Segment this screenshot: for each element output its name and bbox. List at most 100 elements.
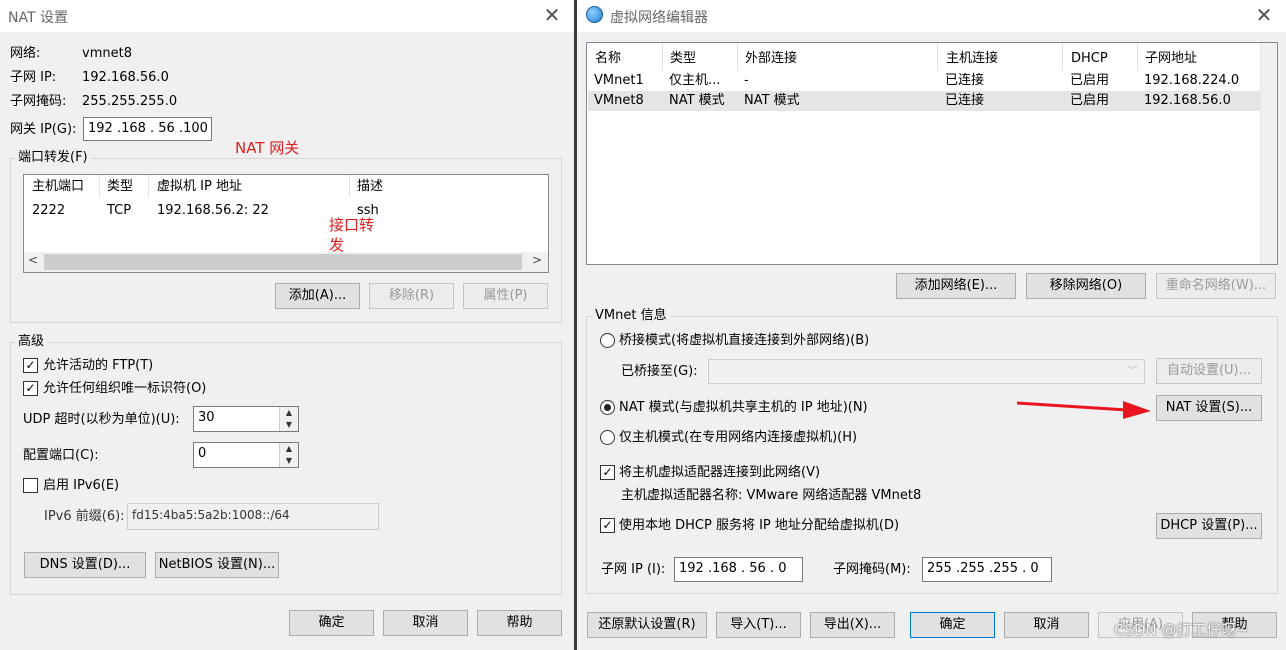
close-icon[interactable]: ✕ <box>1253 4 1275 26</box>
scroll-right-icon[interactable]: > <box>532 253 542 267</box>
network-label: 网络: <box>10 46 41 61</box>
spin-up-icon[interactable]: ▲ <box>280 443 298 455</box>
udp-timeout-spinner[interactable]: ▲ ▼ <box>279 407 298 431</box>
udp-timeout-label: UDP 超时(以秒为单位)(U): <box>23 412 180 427</box>
subnet-ip-label: 子网 IP: <box>10 70 57 85</box>
row-type: NAT 模式 <box>669 93 725 108</box>
spin-up-icon[interactable]: ▲ <box>280 407 298 419</box>
subnet-mask-label: 子网掩码(M): <box>833 562 911 577</box>
row-external: - <box>744 73 749 88</box>
spin-down-icon[interactable]: ▼ <box>280 455 298 467</box>
horizontal-scrollbar[interactable]: < > <box>24 252 548 272</box>
scrollbar-thumb[interactable] <box>44 254 522 270</box>
vne-ok-button[interactable]: 确定 <box>910 612 995 638</box>
gateway-annotation: NAT 网关 <box>235 139 300 157</box>
port-forwarding-title: 端口转发(F) <box>15 150 91 166</box>
scroll-left-icon[interactable]: < <box>28 253 38 267</box>
row-name: VMnet8 <box>594 93 644 108</box>
col-dhcp[interactable]: DHCP <box>1071 50 1108 68</box>
table-row[interactable]: VMnet1 仅主机... - 已连接 已启用 192.168.224.0 <box>588 71 1260 91</box>
virtual-network-editor-window: 虚拟网络编辑器 ✕ 名称 类型 外部连接 主机连接 DHCP 子网地址 VMne… <box>577 0 1286 650</box>
row-host-connection: 已连接 <box>945 73 985 88</box>
spin-down-icon[interactable]: ▼ <box>280 419 298 431</box>
row-external: NAT 模式 <box>744 93 800 108</box>
nat-mode-label: NAT 模式(与虚拟机共享主机的 IP 地址)(N) <box>619 400 868 415</box>
import-button[interactable]: 导入(T)... <box>716 612 801 638</box>
subnet-mask-label: 子网掩码: <box>10 94 67 109</box>
allow-oui-checkbox[interactable]: ✓ <box>23 381 38 396</box>
nat-help-button[interactable]: 帮助 <box>477 610 562 636</box>
subnet-mask-input[interactable]: 255 .255 .255 . 0 <box>922 557 1052 582</box>
col-name[interactable]: 名称 <box>595 50 621 68</box>
rename-network-button[interactable]: 重命名网络(W)... <box>1156 273 1276 299</box>
row-host-port: 2222 <box>32 203 66 218</box>
row-vm-ip: 192.168.56.2: 22 <box>157 203 269 218</box>
ipv6-prefix-label: IPv6 前缀(6): <box>44 509 125 524</box>
table-row-selected[interactable]: VMnet8 NAT 模式 NAT 模式 已连接 已启用 192.168.56.… <box>588 91 1260 111</box>
col-description[interactable]: 描述 <box>357 178 383 196</box>
nat-settings-button[interactable]: NAT 设置(S)... <box>1156 395 1262 421</box>
allow-ftp-label: 允许活动的 FTP(T) <box>43 358 154 373</box>
col-external[interactable]: 外部连接 <box>745 50 797 68</box>
red-arrow-annotation <box>1016 401 1151 419</box>
col-vm-ip[interactable]: 虚拟机 IP 地址 <box>157 178 242 196</box>
col-type[interactable]: 类型 <box>107 178 133 196</box>
port-forwarding-list[interactable]: 主机端口 类型 虚拟机 IP 地址 描述 2222 TCP 192.168.56… <box>23 174 549 273</box>
allow-ftp-checkbox[interactable]: ✓ <box>23 358 38 373</box>
subnet-ip-input[interactable]: 192 .168 . 56 . 0 <box>674 557 803 582</box>
bridged-mode-label: 桥接模式(将虚拟机直接连接到外部网络)(B) <box>619 333 870 348</box>
netbios-settings-button[interactable]: NetBIOS 设置(N)... <box>155 552 279 578</box>
auto-settings-button[interactable]: 自动设置(U)... <box>1156 358 1262 384</box>
row-type: 仅主机... <box>669 73 721 88</box>
port-annotation-line1: 接口转 <box>329 216 375 234</box>
nat-ok-button[interactable]: 确定 <box>289 610 374 636</box>
remove-port-button[interactable]: 移除(R) <box>369 283 454 309</box>
csdn-watermark: CSDN @打工仔呀~ <box>1114 621 1250 639</box>
vertical-scrollbar[interactable] <box>1260 43 1277 264</box>
connect-adapter-checkbox[interactable]: ✓ <box>600 465 615 480</box>
add-port-button[interactable]: 添加(A)... <box>275 283 360 309</box>
col-type[interactable]: 类型 <box>670 50 696 68</box>
export-button[interactable]: 导出(X)... <box>810 612 895 638</box>
bridged-mode-radio[interactable] <box>600 333 615 348</box>
row-host-connection: 已连接 <box>945 93 985 108</box>
dhcp-settings-button[interactable]: DHCP 设置(P)... <box>1156 513 1262 539</box>
col-host-connection[interactable]: 主机连接 <box>946 50 998 68</box>
remove-network-button[interactable]: 移除网络(O) <box>1026 273 1146 299</box>
row-dhcp: 已启用 <box>1070 73 1110 88</box>
bridged-to-dropdown[interactable]: ﹀ <box>708 359 1145 384</box>
host-only-radio[interactable] <box>600 430 615 445</box>
dns-settings-button[interactable]: DNS 设置(D)... <box>24 552 146 578</box>
add-network-button[interactable]: 添加网络(E)... <box>896 273 1016 299</box>
close-icon[interactable]: ✕ <box>541 4 563 26</box>
advanced-title: 高级 <box>15 334 48 350</box>
enable-ipv6-label: 启用 IPv6(E) <box>43 478 120 493</box>
network-value: vmnet8 <box>82 46 132 61</box>
gateway-ip-input[interactable]: 192 .168 . 56 .100 <box>83 117 212 141</box>
nat-cancel-button[interactable]: 取消 <box>383 610 468 636</box>
network-globe-icon <box>586 6 603 23</box>
vne-title-bar: 虚拟网络编辑器 ✕ <box>577 0 1286 32</box>
allow-oui-label: 允许任何组织唯一标识符(O) <box>43 381 207 396</box>
port-properties-button[interactable]: 属性(P) <box>463 283 548 309</box>
col-host-port[interactable]: 主机端口 <box>32 178 84 196</box>
network-table[interactable]: 名称 类型 外部连接 主机连接 DHCP 子网地址 VMnet1 仅主机... … <box>586 42 1278 265</box>
restore-defaults-button[interactable]: 还原默认设置(R) <box>587 612 707 638</box>
row-subnet: 192.168.224.0 <box>1144 73 1240 88</box>
nat-mode-radio[interactable] <box>600 400 615 415</box>
nat-window-title: NAT 设置 <box>8 10 68 26</box>
config-port-spinner[interactable]: ▲ ▼ <box>279 443 298 467</box>
host-only-label: 仅主机模式(在专用网络内连接虚拟机)(H) <box>619 430 858 445</box>
use-dhcp-label: 使用本地 DHCP 服务将 IP 地址分配给虚拟机(D) <box>619 518 900 533</box>
vne-cancel-button[interactable]: 取消 <box>1004 612 1089 638</box>
vne-window-title: 虚拟网络编辑器 <box>610 10 708 26</box>
subnet-ip-label: 子网 IP (I): <box>601 562 666 577</box>
col-subnet[interactable]: 子网地址 <box>1145 50 1197 68</box>
enable-ipv6-checkbox[interactable] <box>23 478 38 493</box>
ipv6-prefix-input[interactable]: fd15:4ba5:5a2b:1008::/64 <box>127 503 379 530</box>
chevron-down-icon[interactable]: ﹀ <box>1127 360 1138 382</box>
row-name: VMnet1 <box>594 73 644 88</box>
config-port-label: 配置端口(C): <box>23 448 99 463</box>
use-dhcp-checkbox[interactable]: ✓ <box>600 518 615 533</box>
gateway-label: 网关 IP(G): <box>10 122 77 137</box>
